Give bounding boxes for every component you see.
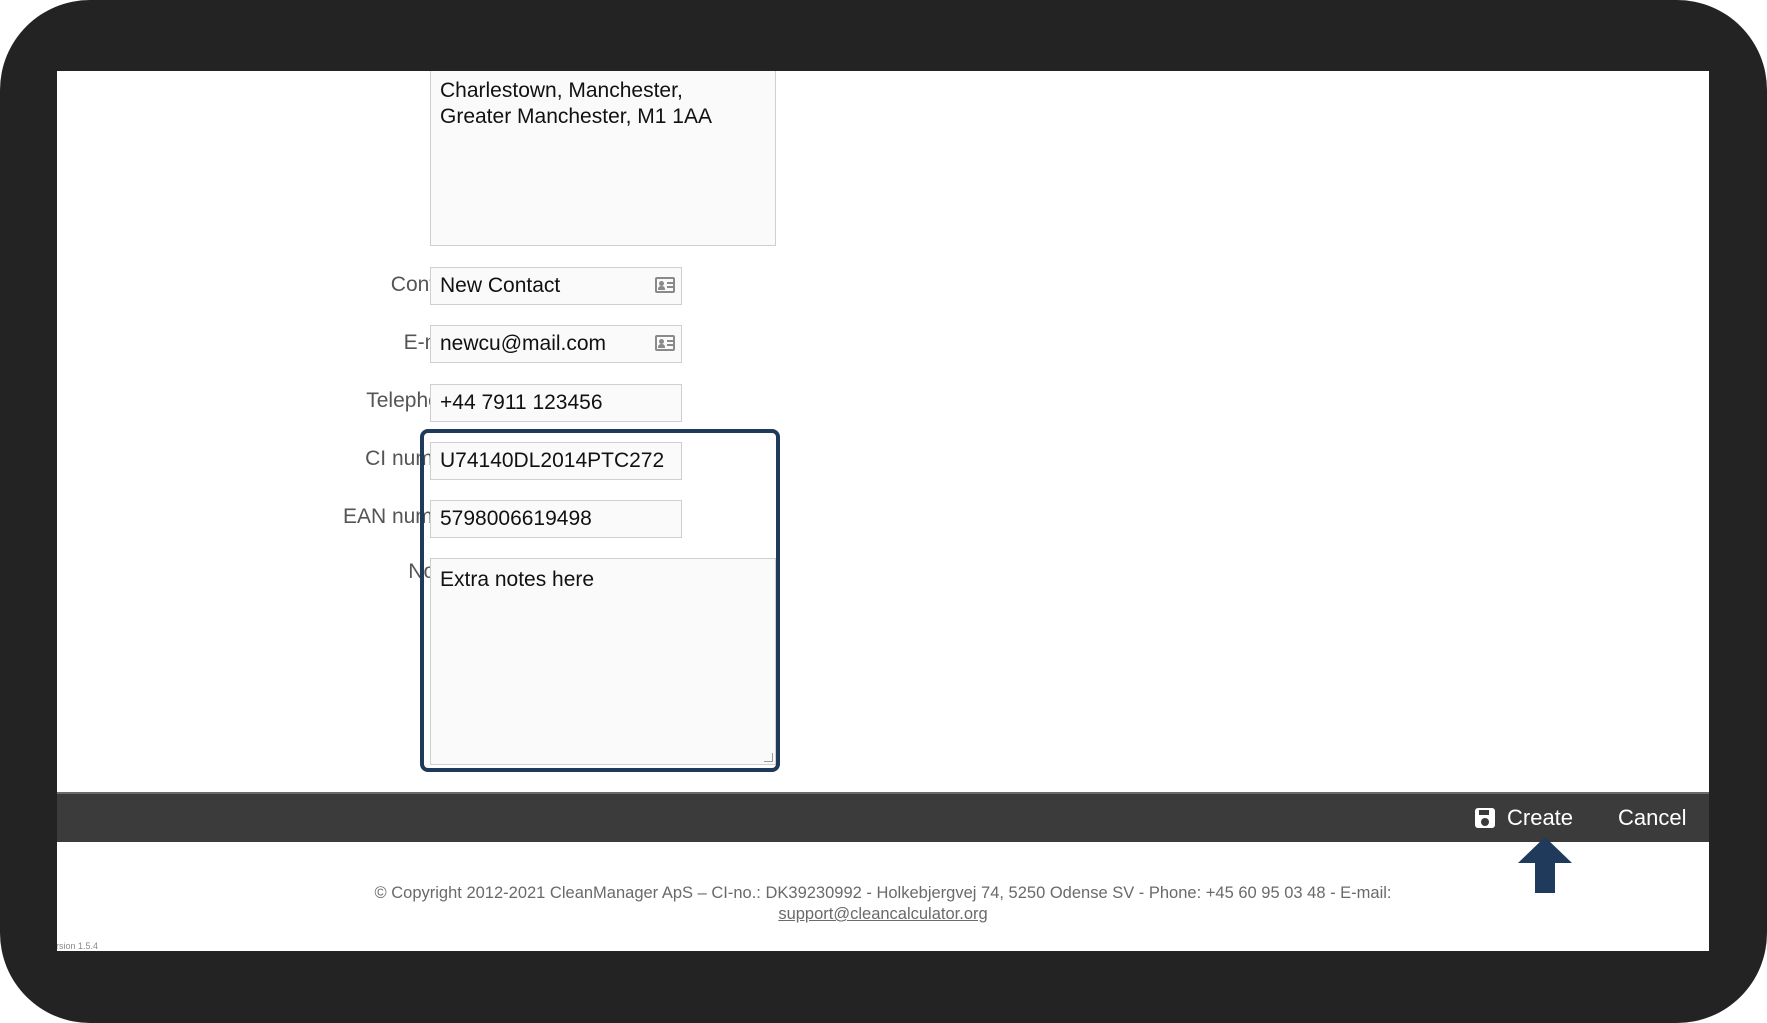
telephone-value: +44 7911 123456 [440, 391, 603, 414]
app-screen: Charlestown, Manchester, Greater Manches… [57, 71, 1709, 951]
action-toolbar: Create Cancel [57, 792, 1709, 842]
highlight-box [420, 429, 780, 772]
create-label: Create [1507, 805, 1574, 830]
create-button[interactable]: Create [1475, 794, 1573, 842]
save-icon [1475, 808, 1495, 828]
contact-field[interactable]: New Contact [430, 267, 682, 305]
contact-card-icon[interactable] [655, 277, 675, 293]
version-text: ersion 1.5.4 [57, 941, 99, 951]
support-email-link[interactable]: support@cleancalculator.org [778, 905, 987, 923]
telephone-field[interactable]: +44 7911 123456 [430, 384, 682, 422]
footer: © Copyright 2012-2021 CleanManager ApS –… [57, 883, 1709, 925]
cancel-label: Cancel [1618, 805, 1687, 830]
address-textarea[interactable]: Charlestown, Manchester, Greater Manches… [430, 71, 776, 246]
cancel-button[interactable]: Cancel [1618, 794, 1686, 842]
contact-value: New Contact [440, 274, 561, 297]
contact-card-icon[interactable] [655, 335, 675, 351]
email-value: newcu@mail.com [440, 332, 607, 355]
device-frame: Charlestown, Manchester, Greater Manches… [0, 0, 1767, 1023]
footer-copyright: © Copyright 2012-2021 CleanManager ApS –… [374, 884, 1392, 902]
email-field[interactable]: newcu@mail.com [430, 325, 682, 363]
